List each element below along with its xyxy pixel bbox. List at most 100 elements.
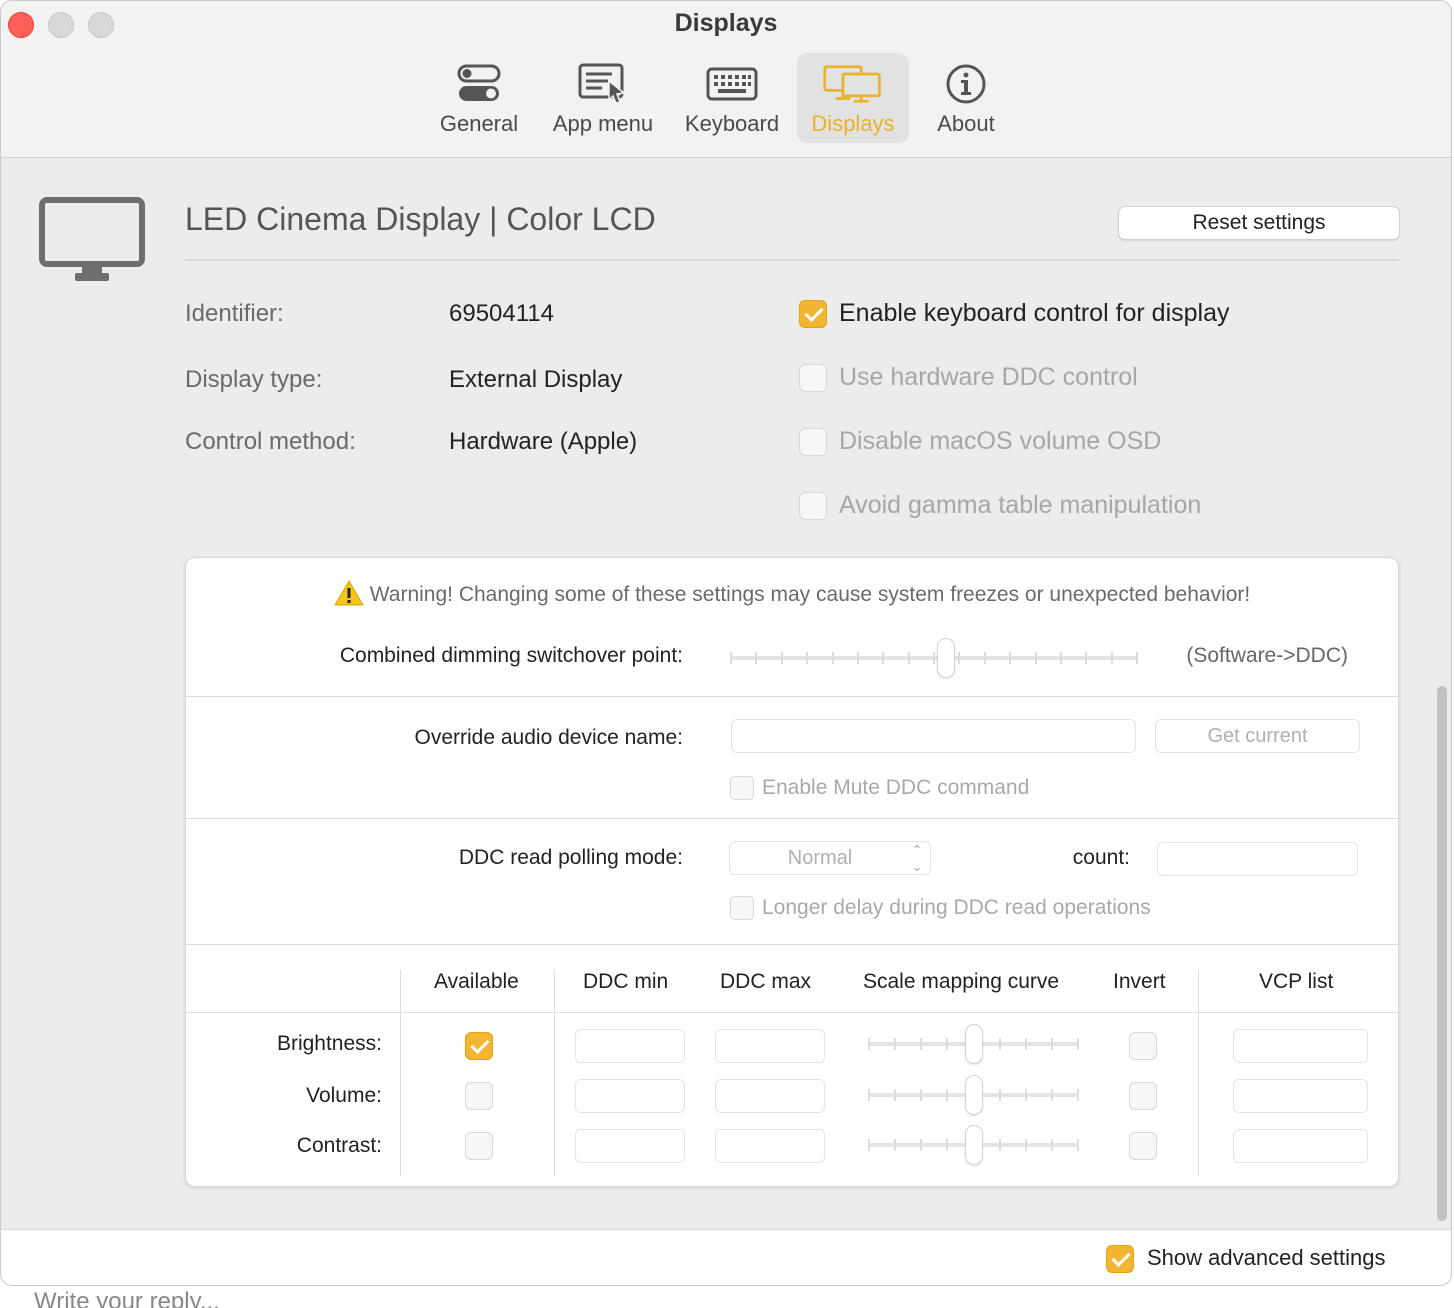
switchover-label: Combined dimming switchover point: [339, 644, 683, 667]
volume-ddc-max-input[interactable] [715, 1079, 825, 1113]
header-ddc-min: DDC min [583, 970, 669, 993]
slider-tick [1077, 1038, 1079, 1050]
brightness-available-checkbox[interactable] [465, 1032, 493, 1060]
scrollbar[interactable] [1437, 686, 1447, 1221]
slider-tick [1077, 1139, 1079, 1151]
slider-tick [946, 1038, 948, 1050]
show-advanced-checkbox[interactable] [1106, 1245, 1134, 1273]
reset-settings-button[interactable]: Reset settings [1118, 206, 1400, 240]
brightness-ddc-min-input[interactable] [575, 1029, 685, 1063]
hardware-ddc-label: Use hardware DDC control [839, 363, 1138, 391]
slider-tick [894, 1089, 896, 1101]
display-type-label: Display type: [185, 366, 323, 393]
header-ddc-max: DDC max [720, 970, 812, 993]
row-label-volume: Volume: [306, 1084, 382, 1107]
tab-app-menu[interactable]: App menu [545, 53, 661, 143]
slider-tick [1051, 1089, 1053, 1101]
slider-tick [1009, 652, 1011, 664]
display-name: LED Cinema Display | Color LCD [185, 201, 656, 237]
slider-knob[interactable] [965, 1075, 983, 1115]
slider-tick [908, 652, 910, 664]
mute-ddc-label: Enable Mute DDC command [762, 776, 1030, 799]
tab-keyboard[interactable]: Keyboard [677, 53, 787, 143]
slider-tick [1060, 652, 1062, 664]
brightness-curve-slider[interactable] [868, 1024, 1079, 1064]
tab-label: About [937, 111, 995, 136]
slider-tick [1035, 652, 1037, 664]
slider-tick [882, 652, 884, 664]
count-input[interactable] [1157, 842, 1358, 876]
row-label-brightness: Brightness: [276, 1032, 382, 1055]
switchover-slider[interactable] [730, 638, 1138, 678]
separator [186, 944, 1398, 945]
polling-mode-select[interactable]: Normal ⌃ ⌃ [729, 841, 931, 875]
column-divider [1198, 970, 1199, 1176]
slider-tick [806, 652, 808, 664]
control-method-value: Hardware (Apple) [449, 428, 638, 455]
tab-general[interactable]: General [429, 53, 529, 143]
header-vcp-list: VCP list [1259, 970, 1334, 993]
header-invert: Invert [1113, 970, 1166, 993]
row-label-contrast: Contrast: [296, 1134, 382, 1157]
volume-vcp-input[interactable] [1233, 1079, 1368, 1113]
slider-tick [984, 652, 986, 664]
enable-keyboard-control-checkbox[interactable] [799, 300, 827, 328]
warning-message: Warning! Changing some of these settings… [186, 580, 1398, 607]
audio-device-input[interactable] [731, 719, 1136, 753]
slider-tick [920, 1038, 922, 1050]
brightness-vcp-input[interactable] [1233, 1029, 1368, 1063]
contrast-vcp-input[interactable] [1233, 1129, 1368, 1163]
volume-ddc-min-input[interactable] [575, 1079, 685, 1113]
brightness-invert-checkbox[interactable] [1129, 1032, 1157, 1060]
longer-delay-checkbox[interactable] [730, 896, 754, 920]
brightness-ddc-max-input[interactable] [715, 1029, 825, 1063]
slider-tick [920, 1089, 922, 1101]
avoid-gamma-label: Avoid gamma table manipulation [839, 491, 1202, 519]
contrast-curve-slider[interactable] [868, 1125, 1079, 1165]
stepper-arrows-icon: ⌃ ⌃ [911, 843, 922, 873]
contrast-ddc-max-input[interactable] [715, 1129, 825, 1163]
reply-placeholder[interactable]: Write your reply... [34, 1288, 220, 1308]
slider-knob[interactable] [937, 638, 955, 678]
audio-device-label: Override audio device name: [414, 726, 683, 749]
contrast-ddc-min-input[interactable] [575, 1129, 685, 1163]
advanced-settings-panel: Warning! Changing some of these settings… [185, 557, 1399, 1187]
preferences-window: Displays General App menu Keyboard Displ… [0, 0, 1452, 1286]
volume-invert-checkbox[interactable] [1129, 1082, 1157, 1110]
slider-knob[interactable] [965, 1024, 983, 1064]
table-header-separator [186, 1012, 1398, 1013]
header-available: Available [434, 970, 519, 993]
keyboard-icon [702, 61, 762, 107]
tab-label: App menu [552, 111, 654, 136]
slider-tick [1136, 652, 1138, 664]
tab-displays[interactable]: Displays [797, 53, 909, 143]
slider-tick [933, 652, 935, 664]
contrast-invert-checkbox[interactable] [1129, 1132, 1157, 1160]
slider-tick [730, 652, 732, 664]
volume-available-checkbox[interactable] [465, 1082, 493, 1110]
slider-tick [999, 1038, 1001, 1050]
polling-mode-value: Normal [787, 847, 853, 869]
info-icon [936, 61, 996, 107]
get-current-button[interactable]: Get current [1155, 719, 1360, 753]
volume-curve-slider[interactable] [868, 1075, 1079, 1115]
avoid-gamma-checkbox[interactable] [799, 492, 827, 520]
header-scale-curve: Scale mapping curve [863, 970, 1060, 993]
separator [186, 818, 1398, 819]
displays-icon [823, 61, 883, 107]
slider-tick [1025, 1089, 1027, 1101]
contrast-available-checkbox[interactable] [465, 1132, 493, 1160]
slider-knob[interactable] [965, 1125, 983, 1165]
tab-about[interactable]: About [923, 53, 1009, 143]
disable-volume-osd-checkbox[interactable] [799, 428, 827, 456]
slider-tick [1111, 652, 1113, 664]
slider-tick [868, 1139, 870, 1151]
mute-ddc-checkbox[interactable] [730, 776, 754, 800]
identifier-label: Identifier: [185, 300, 284, 327]
warning-text: Warning! Changing some of these settings… [369, 583, 1251, 606]
slider-tick [894, 1139, 896, 1151]
slider-tick [1085, 652, 1087, 664]
hardware-ddc-checkbox[interactable] [799, 364, 827, 392]
slider-tick [958, 652, 960, 664]
polling-mode-label: DDC read polling mode: [458, 846, 683, 869]
